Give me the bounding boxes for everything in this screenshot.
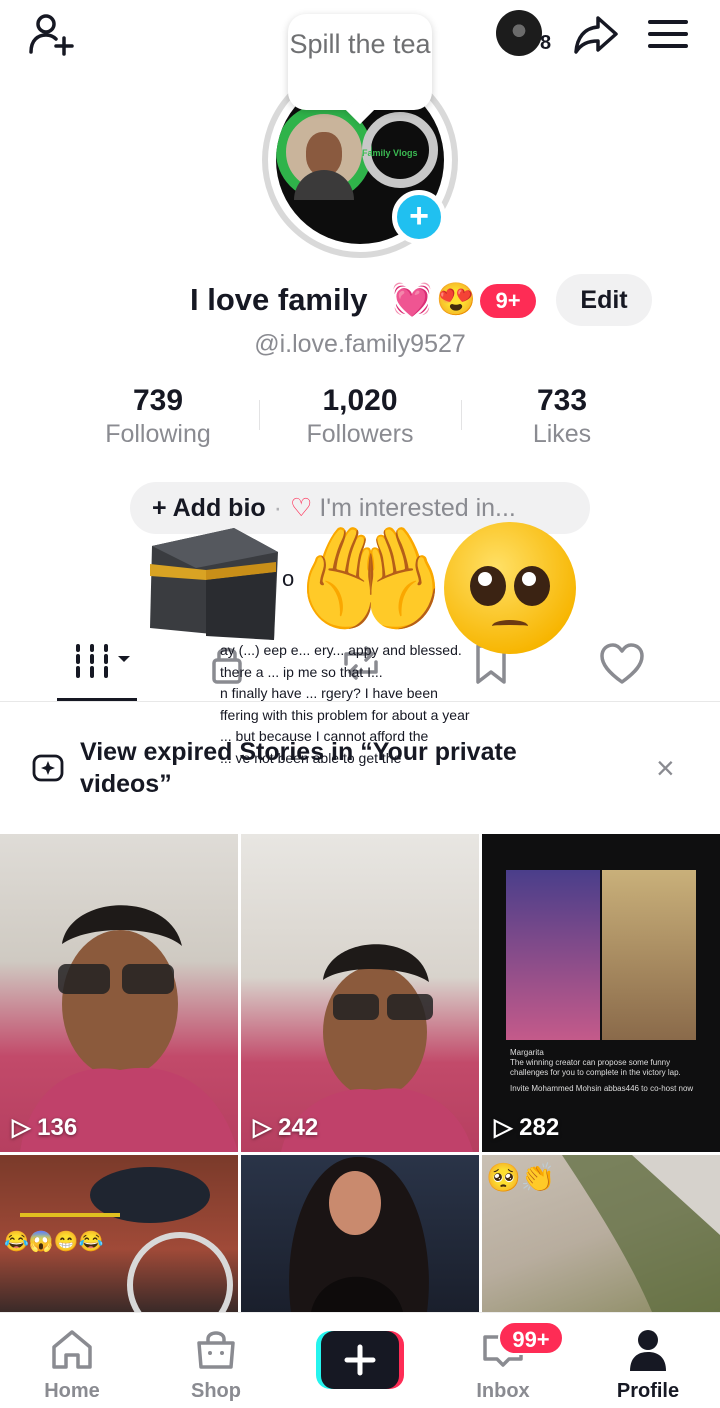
- open-hands-sticker: 🤲: [296, 513, 446, 647]
- nav-home[interactable]: Home: [17, 1327, 127, 1403]
- bottom-nav: Home Shop Inbox 99+ Profile: [0, 1312, 720, 1408]
- video-thumbnail[interactable]: ▷ 136: [0, 834, 238, 1152]
- videos-grid-icon[interactable]: [72, 640, 132, 686]
- emoji-row: 🥺👏: [486, 1162, 556, 1193]
- share-icon[interactable]: [572, 12, 620, 56]
- home-icon: [52, 1330, 92, 1369]
- stat-following[interactable]: 739 Following: [58, 384, 258, 449]
- nav-shop[interactable]: Shop: [161, 1327, 271, 1403]
- shop-bag-icon: [197, 1331, 235, 1369]
- display-name: I love family: [190, 282, 368, 317]
- video-thumbnail[interactable]: Margarita The winning creator can propos…: [482, 834, 720, 1152]
- name-row: I love family 💓 😍 9+ Edit: [0, 274, 720, 328]
- spill-the-tea-bubble[interactable]: Spill the tea: [288, 14, 432, 110]
- add-friend-icon[interactable]: [26, 12, 78, 56]
- partial-row-text: o: [282, 566, 295, 591]
- username: @i.love.family9527: [254, 330, 466, 358]
- inbox-badge: 99+: [498, 1321, 564, 1355]
- story-sparkle-icon: [32, 754, 64, 782]
- video-grid: ▷ 136 ▷ 242 Margarita The winning creato…: [0, 834, 720, 1312]
- story-count: 8: [540, 32, 552, 54]
- emoji-row: 😂😱😁😂: [4, 1231, 104, 1253]
- menu-icon[interactable]: [646, 14, 690, 54]
- stats: 739 Following 1,020 Followers 733 Likes: [58, 384, 662, 454]
- close-icon[interactable]: ×: [656, 750, 675, 787]
- video-thumbnail[interactable]: 😂😱😁😂: [0, 1155, 238, 1312]
- view-count: ▷ 136: [12, 1114, 78, 1141]
- nav-profile[interactable]: Profile: [593, 1327, 703, 1403]
- video-thumbnail[interactable]: [241, 1155, 479, 1312]
- edit-profile-button[interactable]: Edit: [556, 274, 652, 326]
- avatar-text: Family Vlogs: [362, 148, 418, 158]
- liked-heart-icon[interactable]: [598, 640, 658, 686]
- overlay-caption: ay (...) eep e... ery... appy and blesse…: [220, 642, 470, 766]
- heart-eyes-emoji: 😍: [436, 281, 476, 317]
- profile-icon: [630, 1330, 666, 1371]
- stat-followers[interactable]: 1,020 Followers: [260, 384, 460, 449]
- kaaba-sticker: [150, 528, 278, 640]
- active-tab-indicator: [57, 698, 137, 701]
- view-count: ▷ 242: [253, 1114, 319, 1141]
- create-button[interactable]: [316, 1331, 404, 1389]
- pleading-face-sticker: [444, 522, 576, 654]
- bubble-text: Spill the tea: [289, 29, 431, 59]
- heart-emoji: 💓: [392, 281, 432, 317]
- separator: ·: [273, 494, 282, 522]
- view-count: ▷ 282: [494, 1114, 560, 1141]
- video-thumbnail[interactable]: ▷ 242: [241, 834, 479, 1152]
- add-story-button[interactable]: +: [392, 190, 446, 244]
- story-avatar[interactable]: [496, 10, 542, 56]
- add-bio-button[interactable]: + Add bio: [152, 494, 266, 522]
- notification-badge[interactable]: 9+: [480, 284, 536, 318]
- video-thumbnail[interactable]: 🥺👏: [482, 1155, 720, 1312]
- stat-likes[interactable]: 733 Likes: [462, 384, 662, 449]
